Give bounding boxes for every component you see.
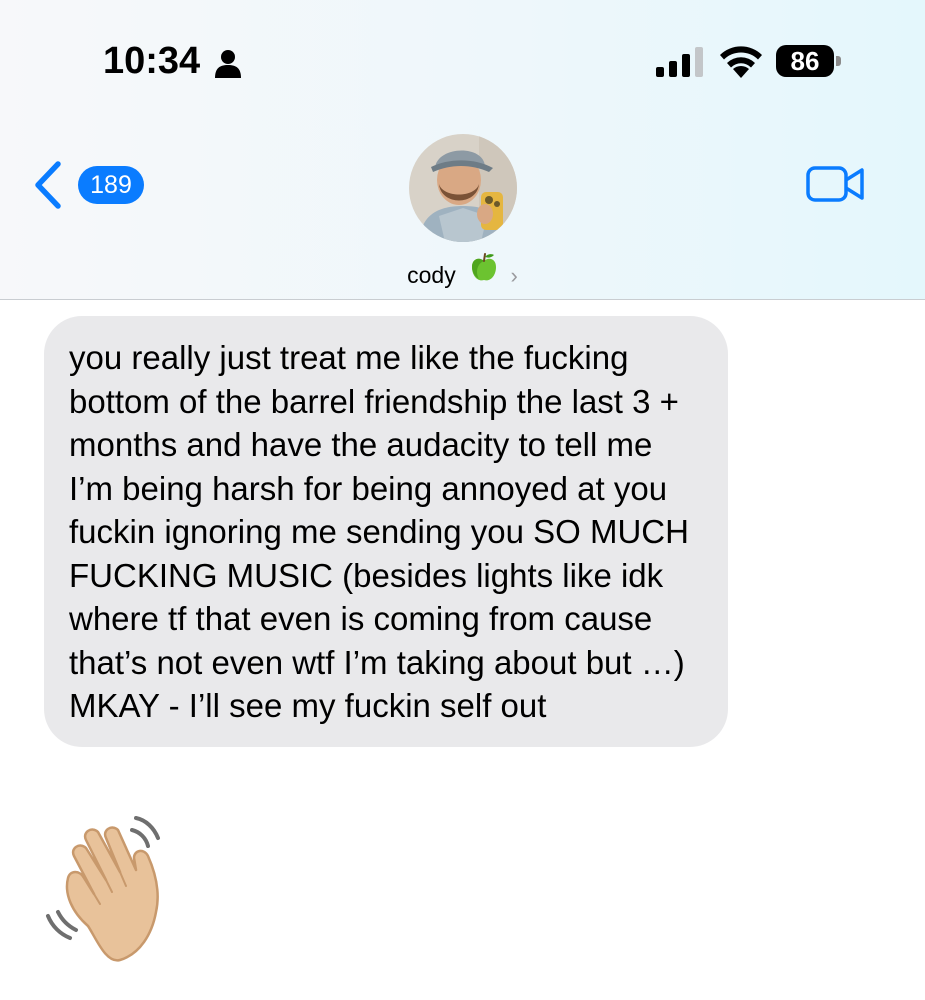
contact-name[interactable]: cody <box>407 262 456 289</box>
person-icon <box>215 50 241 78</box>
back-unread-count[interactable]: 189 <box>78 166 144 204</box>
video-camera-icon[interactable] <box>806 164 866 204</box>
status-time: 10:34 <box>103 40 201 82</box>
chevron-right-icon: › <box>510 262 518 288</box>
conversation-header: 10:34 86 189 cody › <box>0 0 925 300</box>
battery-indicator: 86 <box>776 45 842 77</box>
battery-level: 86 <box>776 45 834 77</box>
contact-name-row[interactable]: cody › <box>0 252 925 289</box>
cellular-signal-icon <box>656 47 703 77</box>
wifi-icon <box>720 46 762 78</box>
battery-tip <box>836 56 841 66</box>
chevron-left-icon[interactable] <box>30 160 66 210</box>
waving-hand-icon[interactable] <box>44 808 204 970</box>
messages-screen: 10:34 86 189 cody › you really just trea… <box>0 0 925 1000</box>
incoming-message-bubble[interactable]: you really just treat me like the fuckin… <box>44 316 728 747</box>
contact-avatar[interactable] <box>409 134 517 242</box>
green-apple-icon <box>472 253 497 281</box>
